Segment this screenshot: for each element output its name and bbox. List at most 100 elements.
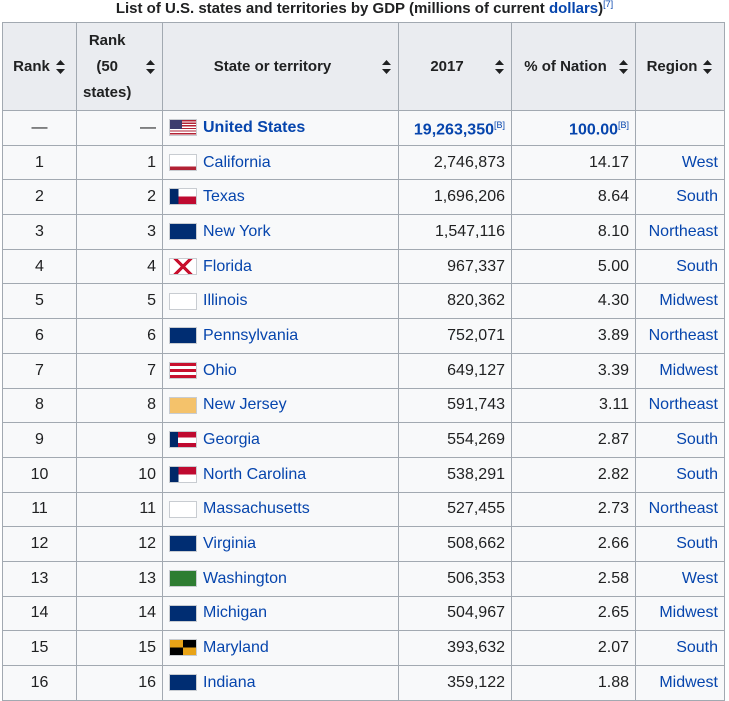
rank50-cell: 5 xyxy=(76,283,163,320)
illinois-flag-icon xyxy=(169,292,197,310)
state-link[interactable]: North Carolina xyxy=(203,466,306,483)
region-link[interactable]: Northeast xyxy=(635,387,725,424)
region-link[interactable]: Midwest xyxy=(635,665,725,701)
state-link[interactable]: United States xyxy=(203,119,305,136)
header-region[interactable]: Region xyxy=(635,22,725,111)
region-link[interactable]: Midwest xyxy=(635,595,725,632)
sort-icon[interactable] xyxy=(382,59,392,74)
pct-ref[interactable]: [B] xyxy=(618,120,629,130)
gdp-cell: 554,269 xyxy=(398,422,512,458)
region-link[interactable]: West xyxy=(635,144,725,181)
region-link[interactable]: South xyxy=(635,179,725,216)
state-link[interactable]: Maryland xyxy=(203,639,269,656)
pct-cell: 2.58 xyxy=(511,560,636,597)
sort-icon[interactable] xyxy=(146,59,156,74)
region-link[interactable]: West xyxy=(635,560,725,597)
header-gdp-2017[interactable]: 2017 xyxy=(398,22,512,111)
gdp-cell: 1,696,206 xyxy=(398,179,512,216)
state-link[interactable]: Illinois xyxy=(203,292,247,309)
state-cell: Massachusetts xyxy=(162,491,399,528)
sort-icon[interactable] xyxy=(55,59,66,74)
rank50-cell: — xyxy=(76,110,163,146)
state-link[interactable]: Washington xyxy=(203,570,287,587)
state-link[interactable]: Virginia xyxy=(203,535,256,552)
gdp-cell: 508,662 xyxy=(398,526,512,562)
state-link[interactable]: New Jersey xyxy=(203,396,287,413)
gdp-cell: 538,291 xyxy=(398,456,512,493)
caption-text: List of U.S. states and territories by G… xyxy=(115,0,549,17)
rank50-cell: 10 xyxy=(76,456,163,493)
maryland-flag-icon xyxy=(169,639,197,657)
gdp-ref[interactable]: [B] xyxy=(494,120,505,130)
rank50-cell: 8 xyxy=(76,387,163,424)
header-rank-50-states[interactable]: Rank (50 states) xyxy=(76,22,163,111)
sort-icon[interactable] xyxy=(495,59,505,74)
rank50-cell: 11 xyxy=(76,491,163,528)
pct-cell: 3.39 xyxy=(511,352,636,389)
region-link[interactable]: South xyxy=(635,630,725,666)
header-rank[interactable]: Rank xyxy=(2,22,77,111)
rank50-cell: 4 xyxy=(76,248,163,285)
gdp-cell: 19,263,350[B] xyxy=(398,110,512,146)
rank-cell: 15 xyxy=(2,630,77,666)
region-link[interactable]: South xyxy=(635,248,725,285)
pct-cell: 2.65 xyxy=(511,595,636,632)
state-link[interactable]: Georgia xyxy=(203,431,260,448)
state-cell: Washington xyxy=(162,560,399,597)
region-link[interactable]: Northeast xyxy=(635,491,725,528)
region-link[interactable]: Midwest xyxy=(635,352,725,389)
rank50-cell: 9 xyxy=(76,422,163,458)
state-link[interactable]: California xyxy=(203,154,271,171)
rank50-cell: 13 xyxy=(76,560,163,597)
state-link[interactable]: Indiana xyxy=(203,674,256,691)
state-link[interactable]: Ohio xyxy=(203,362,237,379)
sort-icon[interactable] xyxy=(703,59,713,74)
gdp-table: Rank Rank (50 states) State or territory 2… xyxy=(2,22,725,701)
rank50-cell: 3 xyxy=(76,214,163,250)
pct-cell: 3.89 xyxy=(511,318,636,354)
state-cell: California xyxy=(162,144,399,181)
header-state[interactable]: State or territory xyxy=(162,22,399,111)
ohio-flag-icon xyxy=(169,361,197,379)
new-york-flag-icon xyxy=(169,223,197,241)
texas-flag-icon xyxy=(169,188,197,206)
region-link[interactable]: South xyxy=(635,422,725,458)
state-cell: Michigan xyxy=(162,595,399,632)
header-percent-nation[interactable]: % of Nation xyxy=(511,22,636,111)
region-link[interactable]: Northeast xyxy=(635,214,725,250)
pct-cell: 8.10 xyxy=(511,214,636,250)
state-link[interactable]: Michigan xyxy=(203,604,267,621)
region-link[interactable]: Midwest xyxy=(635,283,725,320)
table-row: 15 15 Maryland 393,632 2.07 South xyxy=(2,630,725,666)
rank-cell: 3 xyxy=(2,214,77,250)
state-link[interactable]: Massachusetts xyxy=(203,500,310,517)
united-states-flag-icon xyxy=(169,119,197,137)
caption-ref[interactable]: [7] xyxy=(603,0,613,9)
state-cell: Pennsylvania xyxy=(162,318,399,354)
region-link[interactable]: Northeast xyxy=(635,318,725,354)
state-cell: Georgia xyxy=(162,422,399,458)
state-link[interactable]: Florida xyxy=(203,258,252,275)
sort-icon[interactable] xyxy=(619,59,629,74)
region-link[interactable]: South xyxy=(635,456,725,493)
table-row: 12 12 Virginia 508,662 2.66 South xyxy=(2,526,725,562)
caption-dollars-link[interactable]: dollars xyxy=(549,0,598,17)
georgia-flag-icon xyxy=(169,431,197,449)
state-link[interactable]: New York xyxy=(203,223,271,240)
state-link[interactable]: Texas xyxy=(203,188,245,205)
pct-cell: 2.87 xyxy=(511,422,636,458)
rank-cell: 10 xyxy=(2,456,77,493)
state-cell: Florida xyxy=(162,248,399,285)
gdp-cell: 649,127 xyxy=(398,352,512,389)
state-link[interactable]: Pennsylvania xyxy=(203,327,298,344)
rank-cell: 1 xyxy=(2,144,77,181)
gdp-cell: 591,743 xyxy=(398,387,512,424)
rank-cell: 8 xyxy=(2,387,77,424)
california-flag-icon xyxy=(169,153,197,171)
pct-cell: 2.07 xyxy=(511,630,636,666)
region-link[interactable]: South xyxy=(635,526,725,562)
state-cell: Virginia xyxy=(162,526,399,562)
rank50-cell: 15 xyxy=(76,630,163,666)
state-cell: Indiana xyxy=(162,665,399,701)
rank50-cell: 2 xyxy=(76,179,163,216)
